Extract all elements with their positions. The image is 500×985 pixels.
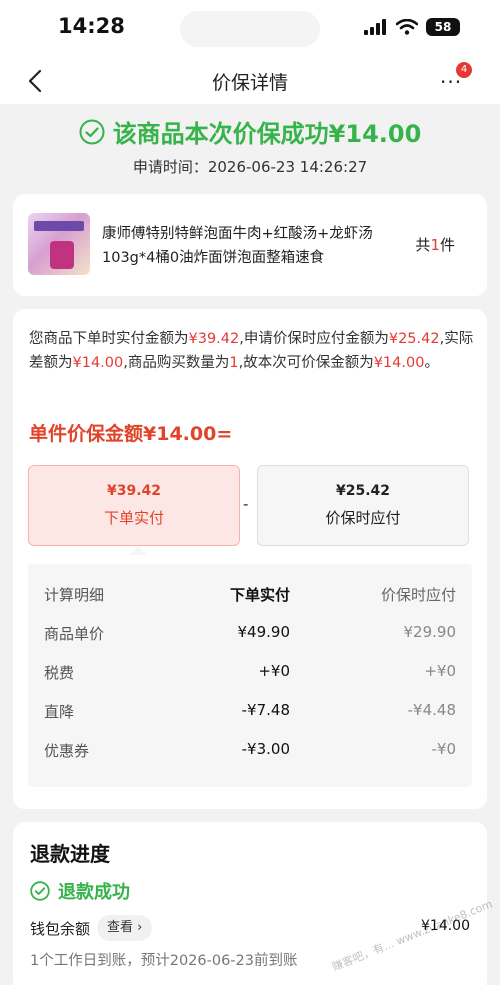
qty-value: 1 (430, 236, 440, 254)
table-cell: +¥0 (424, 662, 456, 680)
wallet-label: 钱包余额 (30, 920, 91, 938)
signal-icon (364, 19, 386, 35)
result-header: 该商品本次价保成功¥14.00 申请时间：2026-06-23 14:26:27 (0, 104, 500, 194)
calculation-card: 您商品下单时实付金额为¥39.42,申请价保时应付金额为¥25.42,实际差额为… (13, 309, 487, 809)
table-cell: -¥0 (431, 740, 457, 758)
thumbnail-stripe (34, 221, 84, 231)
table-row: 商品单价 ¥49.90 ¥29.90 (28, 623, 472, 662)
product-thumbnail (28, 213, 90, 275)
current-box-label: 价保时应付 (325, 509, 401, 527)
calc-current-amount: ¥25.42 (388, 331, 440, 347)
refund-title: 退款进度 (30, 842, 110, 866)
table-cell: ¥29.90 (403, 623, 457, 641)
battery-icon: 58 (426, 18, 460, 36)
status-time: 14:28 (58, 14, 125, 38)
calc-text-5: ,故本次可价保金额为 (238, 355, 374, 371)
notification-badge: 4 (456, 62, 472, 78)
product-card[interactable]: 康师傅特别特鲜泡面牛肉+红酸汤+龙虾汤103g*4桶0油炸面饼泡面整箱速食 共1… (13, 194, 487, 296)
current-box-amount: ¥25.42 (335, 483, 391, 499)
table-pointer (129, 546, 147, 555)
status-bar: 14:28 58 (0, 0, 500, 58)
minus-sign: - (243, 495, 249, 513)
header-cell: 下单实付 (229, 586, 290, 604)
calc-paid-amount: ¥39.42 (188, 331, 240, 347)
qty-suffix: 件 (439, 236, 455, 254)
product-name: 康师傅特别特鲜泡面牛肉+红酸汤+龙虾汤103g*4桶0油炸面饼泡面整箱速食 (102, 226, 373, 266)
dynamic-island (180, 11, 320, 47)
more-button[interactable]: ··· 4 (430, 62, 472, 96)
table-cell: -¥3.00 (241, 740, 290, 758)
table-cell: 直降 (44, 703, 75, 721)
table-cell: +¥0 (258, 662, 290, 680)
calc-text-4: ,商品购买数量为 (123, 355, 230, 371)
refund-card: 退款进度 退款成功 钱包余额 查看 › ¥14.00 1个工作日到账，预计202… (13, 822, 487, 985)
arrival-text: 1个工作日到账，预计2026-06-23前到账 (30, 953, 298, 969)
table-cell: ¥49.90 (237, 623, 291, 641)
calc-text-6: 。 (424, 355, 439, 371)
qty-prefix: 共 (415, 236, 431, 254)
table-row: 直降 -¥7.48 -¥4.48 (28, 701, 472, 740)
calc-difference: ¥14.00 (72, 355, 124, 371)
table-header-row: 计算明细 下单实付 价保时应付 (28, 584, 472, 623)
calc-text-1: 您商品下单时实付金额为 (29, 331, 189, 347)
view-wallet-button[interactable]: 查看 › (97, 915, 153, 941)
paid-box[interactable]: ¥39.42 下单实付 (28, 465, 240, 546)
table-row: 优惠券 -¥3.00 -¥0 (28, 740, 472, 779)
table-cell: 优惠券 (44, 742, 90, 760)
wifi-icon (396, 19, 418, 35)
paid-box-label: 下单实付 (103, 509, 164, 527)
current-price-box[interactable]: ¥25.42 价保时应付 (257, 465, 469, 546)
check-circle-icon (79, 119, 105, 145)
view-wallet-label: 查看 (107, 920, 134, 935)
refund-status: 退款成功 (30, 878, 130, 904)
table-cell: 商品单价 (44, 625, 105, 643)
refund-status-text: 退款成功 (58, 882, 130, 903)
header-cell: 计算明细 (44, 586, 105, 604)
apply-time: 申请时间：2026-06-23 14:26:27 (132, 158, 368, 176)
nav-bar: 价保详情 ··· 4 (0, 58, 500, 104)
success-text: 该商品本次价保成功¥14.00 (112, 120, 422, 148)
detail-table: 计算明细 下单实付 价保时应付 商品单价 ¥49.90 ¥29.90 税费 +¥… (28, 564, 472, 787)
table-row: 税费 +¥0 +¥0 (28, 662, 472, 701)
status-icons: 58 (364, 18, 460, 36)
paid-box-amount: ¥39.42 (106, 483, 162, 499)
header-cell: 价保时应付 (380, 586, 456, 604)
thumbnail-can (50, 241, 74, 269)
success-line: 该商品本次价保成功¥14.00 (0, 114, 500, 149)
chevron-right-icon: › (137, 920, 143, 935)
unit-protect-amount: 单件价保金额¥14.00= (29, 423, 233, 445)
calc-text-2: ,申请价保时应付金额为 (239, 331, 389, 347)
calc-protect-amount: ¥14.00 (373, 355, 425, 371)
product-quantity: 共1件 (415, 234, 455, 255)
table-cell: -¥7.48 (241, 701, 290, 719)
calculation-explanation: 您商品下单时实付金额为¥39.42,申请价保时应付金额为¥25.42,实际差额为… (29, 327, 485, 375)
check-circle-icon (30, 881, 50, 901)
calc-quantity: 1 (229, 355, 239, 371)
page-title: 价保详情 (211, 72, 288, 94)
table-cell: 税费 (44, 664, 75, 682)
table-cell: -¥4.48 (407, 701, 456, 719)
